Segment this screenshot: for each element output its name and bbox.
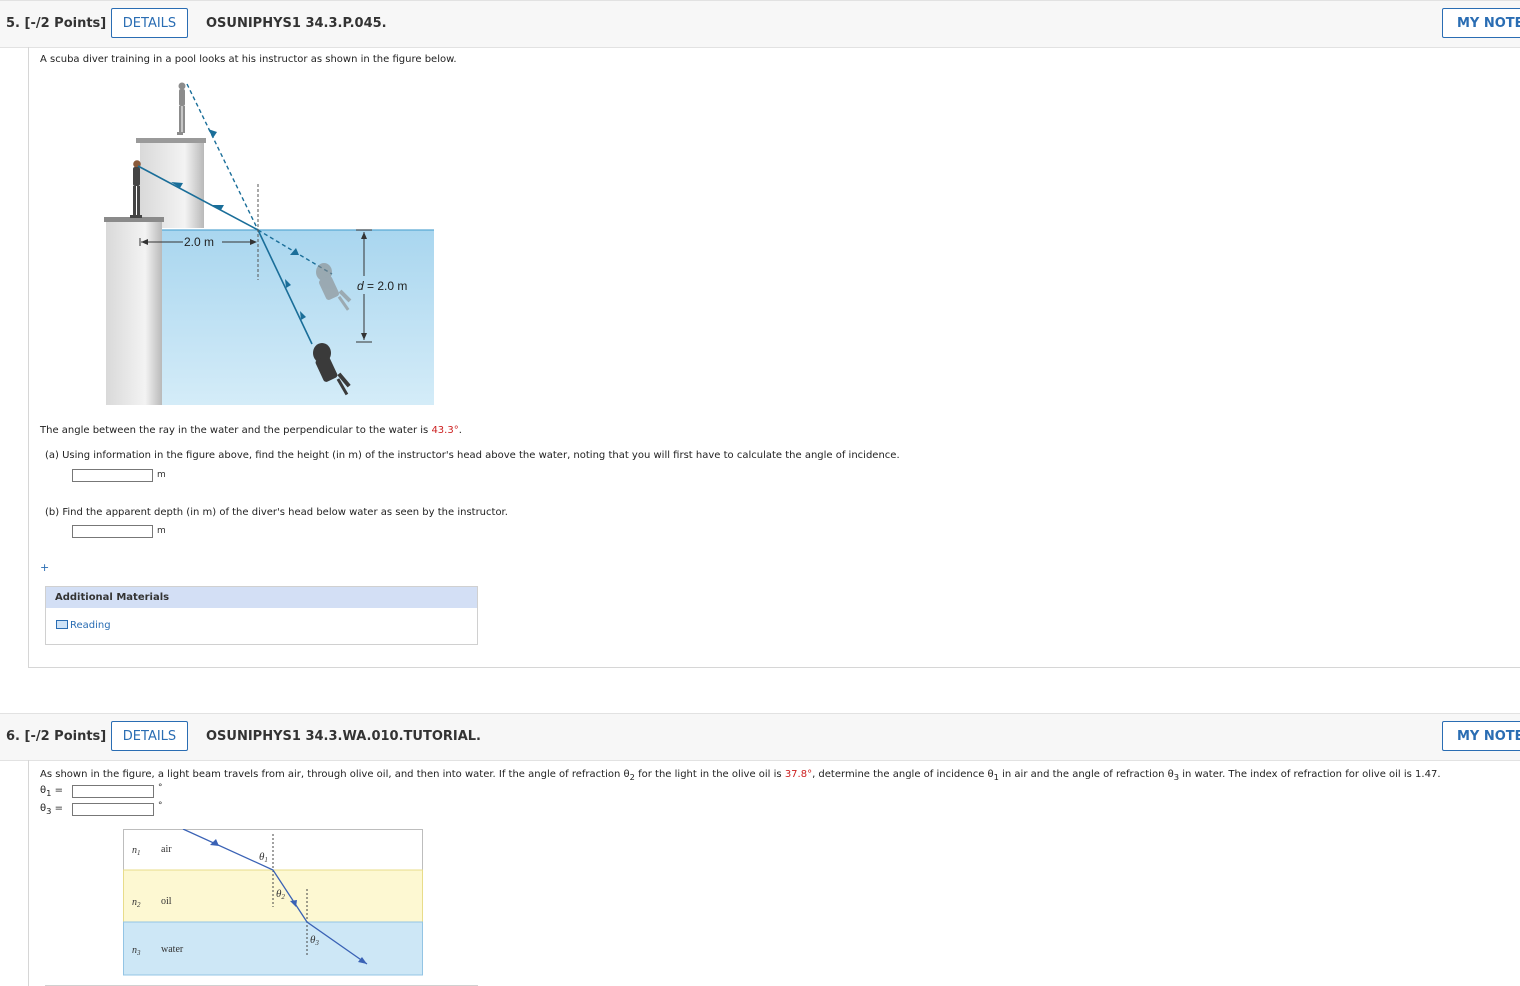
- part-b-unit: m: [157, 526, 166, 536]
- details-button[interactable]: DETAILS: [111, 8, 188, 38]
- question-number: 6. [-/2 Points]: [6, 729, 107, 744]
- refraction-figure: n1 air n2 oil n3 water θ1 θ2 θ3: [123, 829, 423, 976]
- part-b-prompt: (b) Find the apparent depth (in m) of th…: [45, 507, 508, 518]
- question-6-prompt: As shown in the figure, a light beam tra…: [40, 769, 1441, 782]
- equals-sign: =: [54, 785, 64, 796]
- reading-link-label: Reading: [70, 620, 111, 631]
- angle-statement: The angle between the ray in the water a…: [40, 425, 462, 436]
- theta-subscript: 1: [46, 788, 52, 798]
- question-intro: A scuba diver training in a pool looks a…: [40, 54, 457, 65]
- my-notes-button[interactable]: MY NOTES: [1442, 8, 1520, 38]
- theta3-answer-input[interactable]: [72, 803, 154, 816]
- oil-label: oil: [161, 896, 172, 907]
- question-number: 5. [-/2 Points]: [6, 16, 107, 31]
- pool-water: [162, 230, 434, 405]
- pool-wall: [106, 222, 162, 405]
- question-5-header: 5. [-/2 Points] DETAILS OSUNIPHYS1 34.3.…: [0, 0, 1520, 48]
- part-b-answer-input[interactable]: [72, 525, 153, 538]
- pool-figure: 2.0 m d = 2.0 m: [104, 82, 434, 405]
- theta1-label: θ1 =: [40, 785, 63, 798]
- air-label: air: [161, 844, 172, 855]
- prompt-text: for the light in the olive oil is: [634, 769, 785, 780]
- theta3-label: θ3 =: [40, 803, 63, 816]
- prompt-text: As shown in the figure, a light beam tra…: [40, 769, 630, 780]
- angle-value: 43.3°: [431, 425, 459, 436]
- additional-materials-title: Additional Materials: [46, 587, 477, 608]
- question-code: OSUNIPHYS1 34.3.P.045.: [206, 16, 387, 31]
- question-code: OSUNIPHYS1 34.3.WA.010.TUTORIAL.: [206, 729, 481, 744]
- angle-period: .: [458, 425, 462, 436]
- additional-materials-panel: Additional Materials Reading: [45, 586, 478, 645]
- theta-subscript: 3: [46, 806, 52, 816]
- water-label: water: [161, 944, 184, 955]
- details-button[interactable]: DETAILS: [111, 721, 188, 751]
- question-6-header: 6. [-/2 Points] DETAILS OSUNIPHYS1 34.3.…: [0, 713, 1520, 761]
- prompt-text: , determine the angle of incidence θ: [812, 769, 994, 780]
- prompt-text: in air and the angle of refraction θ: [998, 769, 1174, 780]
- theta1-answer-input[interactable]: [72, 785, 154, 798]
- reading-link[interactable]: Reading: [56, 620, 111, 631]
- prompt-text: in water. The index of refraction for ol…: [1179, 769, 1441, 780]
- depth-variable: d: [357, 279, 364, 293]
- width-label: 2.0 m: [184, 235, 214, 249]
- degree-unit: °: [158, 801, 163, 811]
- part-a-unit: m: [157, 470, 166, 480]
- book-icon: [56, 620, 68, 629]
- part-a-prompt: (a) Using information in the figure abov…: [45, 450, 900, 461]
- part-a-answer-input[interactable]: [72, 469, 153, 482]
- expand-plus-icon[interactable]: +: [40, 561, 49, 574]
- depth-label: = 2.0 m: [367, 279, 407, 293]
- degree-unit: °: [158, 783, 163, 793]
- instructor-figure: [177, 82, 186, 135]
- equals-sign: =: [54, 803, 64, 814]
- my-notes-button[interactable]: MY NOTES: [1442, 721, 1520, 751]
- angle-text: The angle between the ray in the water a…: [40, 425, 432, 436]
- theta2-value: 37.8°: [784, 769, 813, 780]
